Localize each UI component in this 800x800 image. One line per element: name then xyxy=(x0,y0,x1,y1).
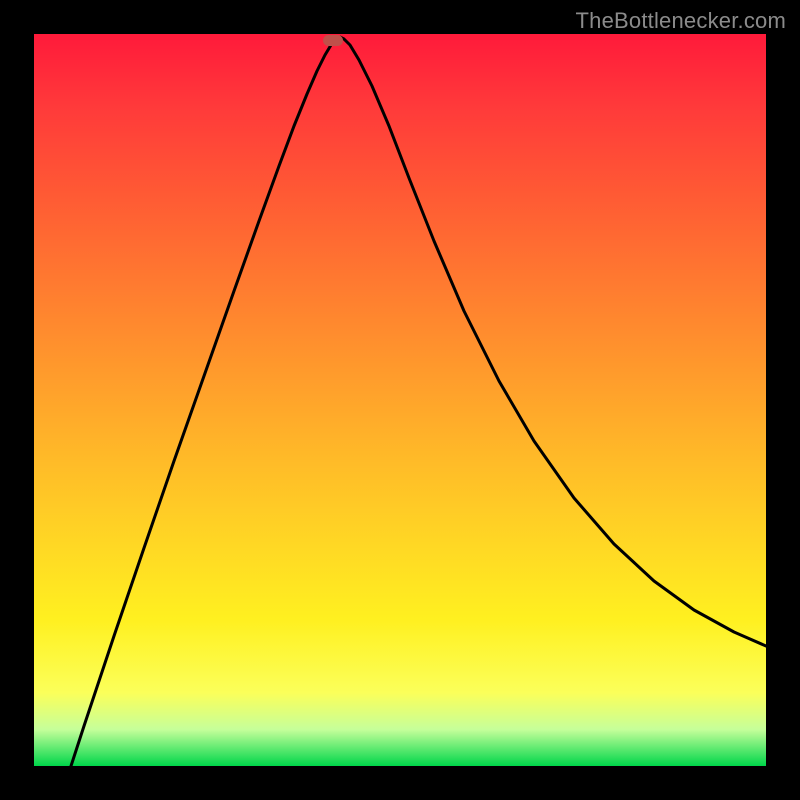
curve-path xyxy=(71,37,766,766)
bottleneck-curve xyxy=(34,34,766,766)
watermark-text: TheBottlenecker.com xyxy=(576,8,786,34)
chart-frame xyxy=(34,34,766,766)
optimal-point-marker xyxy=(323,35,343,46)
